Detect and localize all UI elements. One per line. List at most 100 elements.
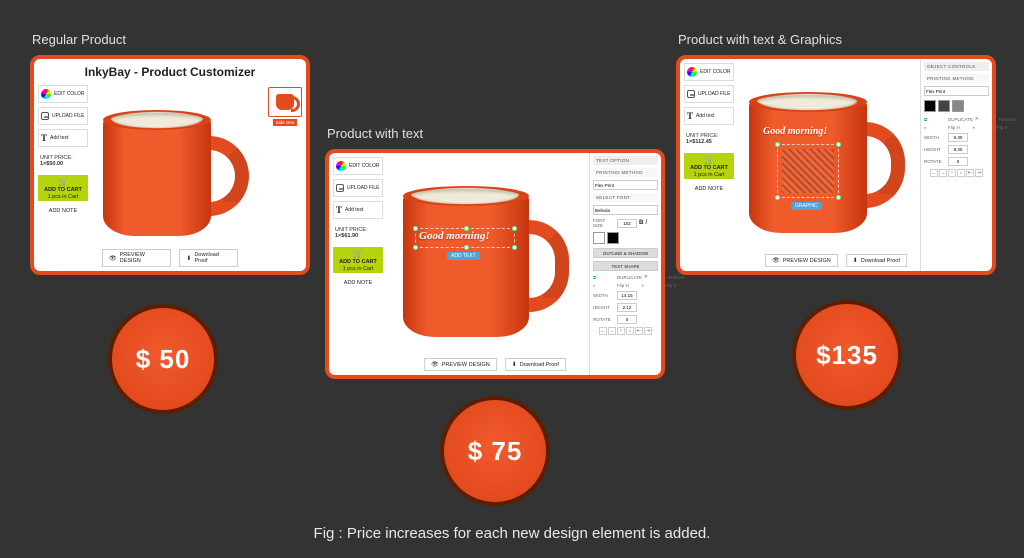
price-circle-regular: $ 50 xyxy=(108,304,218,414)
download-button[interactable]: Download Proof xyxy=(505,358,566,371)
text-icon: T xyxy=(687,111,693,121)
color-swatches[interactable] xyxy=(924,99,989,113)
nudge-arrows[interactable]: ←→↑↓⇠⇢ xyxy=(924,169,989,177)
card-with-graphics: EDIT COLOR UPLOAD FILE TAdd text UNIT PR… xyxy=(676,55,996,275)
flip-v-button[interactable]: Flip V xyxy=(996,125,1018,130)
upload-icon xyxy=(41,112,49,120)
color-swatches[interactable] xyxy=(593,231,658,245)
card-with-text: EDIT COLOR UPLOAD FILE TAdd text UNIT PR… xyxy=(325,149,665,379)
eye-icon xyxy=(109,255,117,262)
add-note-button[interactable]: ADD NOTE xyxy=(38,205,88,217)
label-regular: Regular Product xyxy=(32,32,310,47)
color-wheel-icon xyxy=(687,67,697,77)
printing-method-select[interactable] xyxy=(593,180,658,190)
download-button[interactable]: Download Proof xyxy=(846,254,907,267)
select-font-label: SELECT FONT xyxy=(593,193,658,202)
add-note-button[interactable]: ADD NOTE xyxy=(684,183,734,195)
footer-actions: PREVIEW DESIGN Download Proof xyxy=(765,254,907,267)
add-text-pill[interactable]: ADD TEXT xyxy=(447,252,480,260)
color-wheel-icon xyxy=(336,161,346,171)
eye-icon xyxy=(772,257,780,264)
eye-icon xyxy=(431,361,439,368)
edit-color-button[interactable]: EDIT COLOR xyxy=(38,85,88,103)
label-with-text: Product with text xyxy=(327,126,665,141)
nudge-arrows[interactable]: ←→↑↓⇠⇢ xyxy=(593,327,658,335)
remove-button[interactable]: Remove xyxy=(999,117,1021,122)
height-input[interactable] xyxy=(948,145,968,154)
design-canvas[interactable] xyxy=(92,81,264,271)
graphic-label-pill[interactable]: GRAPHIC xyxy=(791,202,822,210)
text-shape-button[interactable]: TEXT SHAPE xyxy=(593,261,658,271)
app-title: InkyBay - Product Customizer xyxy=(34,59,306,81)
add-note-button[interactable]: ADD NOTE xyxy=(333,277,383,289)
flip-h-button[interactable]: Flip H xyxy=(617,283,639,288)
upload-button[interactable]: UPLOAD FILE xyxy=(333,179,383,197)
graphic-selection-box[interactable] xyxy=(777,144,839,198)
width-input[interactable] xyxy=(948,133,968,142)
font-size-label: FONT SIZE xyxy=(593,218,615,228)
width-input[interactable] xyxy=(617,291,637,300)
download-icon xyxy=(853,257,858,264)
download-icon xyxy=(186,255,191,262)
font-select[interactable] xyxy=(593,205,658,215)
text-option-header: TEXT OPTION xyxy=(593,156,658,165)
design-canvas[interactable]: Good morning! ADD TEXT xyxy=(387,153,589,375)
remove-button[interactable]: Remove xyxy=(668,275,690,280)
preview-button[interactable]: PREVIEW DESIGN xyxy=(424,358,497,371)
right-panel: TEXT OPTION PRINTING METHOD SELECT FONT … xyxy=(589,153,661,375)
product-preview xyxy=(103,106,253,246)
upload-button[interactable]: UPLOAD FILE xyxy=(684,85,734,103)
add-to-cart-button[interactable]: ADD TO CART1 pcs in Cart xyxy=(333,247,383,273)
height-label: HEIGHT xyxy=(924,147,946,152)
outline-shadow-button[interactable]: OUTLINE & SHADOW xyxy=(593,248,658,258)
footer-actions: PREVIEW DESIGN Download Proof xyxy=(102,249,238,267)
upload-button[interactable]: UPLOAD FILE xyxy=(38,107,88,125)
add-text-button[interactable]: TAdd text xyxy=(38,129,88,147)
object-controls-header: OBJECT CONTROLS xyxy=(924,62,989,71)
flip-v-button[interactable]: Flip V xyxy=(665,283,687,288)
font-size-input[interactable] xyxy=(617,219,637,228)
product-preview: Good morning! GRAPHIC xyxy=(749,88,909,243)
product-preview: Good morning! ADD TEXT xyxy=(403,182,573,347)
sidebar: EDIT COLOR UPLOAD FILE TAdd text UNIT PR… xyxy=(34,81,92,271)
rotate-input[interactable] xyxy=(617,315,637,324)
height-label: HEIGHT xyxy=(593,305,615,310)
sidebar: EDIT COLOR UPLOAD FILE TAdd text UNIT PR… xyxy=(329,153,387,375)
preview-button[interactable]: PREVIEW DESIGN xyxy=(102,249,171,267)
color-wheel-icon xyxy=(41,89,51,99)
thumbnail-column: Side One xyxy=(264,81,306,271)
duplicate-button[interactable]: DUPLICATE xyxy=(948,117,973,122)
cart-icon xyxy=(704,155,714,164)
design-canvas[interactable]: Good morning! GRAPHIC xyxy=(738,59,920,271)
printing-method-label: PRINTING METHOD xyxy=(924,74,989,83)
printing-method-select[interactable] xyxy=(924,86,989,96)
edit-color-button[interactable]: EDIT COLOR xyxy=(684,63,734,81)
preview-button[interactable]: PREVIEW DESIGN xyxy=(765,254,838,267)
duplicate-button[interactable]: DUPLICATE xyxy=(617,275,642,280)
upload-icon xyxy=(687,90,695,98)
add-text-button[interactable]: TAdd text xyxy=(333,201,383,219)
add-to-cart-button[interactable]: ADD TO CART1 pcs in Cart xyxy=(684,153,734,179)
figure-caption: Fig : Price increases for each new desig… xyxy=(314,525,711,542)
right-panel: OBJECT CONTROLS PRINTING METHOD ⧉DUPLICA… xyxy=(920,59,992,271)
rotate-input[interactable] xyxy=(948,157,968,166)
download-icon xyxy=(512,361,517,368)
add-to-cart-button[interactable]: ADD TO CART1 pcs in Cart xyxy=(38,175,88,201)
printing-method-label: PRINTING METHOD xyxy=(593,168,658,177)
add-text-button[interactable]: TAdd text xyxy=(684,107,734,125)
price-circle-graphics: $135 xyxy=(792,300,902,410)
footer-actions: PREVIEW DESIGN Download Proof xyxy=(424,358,566,371)
overlay-text[interactable]: Good morning! xyxy=(763,126,827,137)
cart-icon xyxy=(58,177,68,186)
height-input[interactable] xyxy=(617,303,637,312)
overlay-text[interactable]: Good morning! xyxy=(419,230,490,242)
card-regular: InkyBay - Product Customizer EDIT COLOR … xyxy=(30,55,310,275)
text-icon: T xyxy=(336,205,342,215)
upload-icon xyxy=(336,184,344,192)
edit-color-button[interactable]: EDIT COLOR xyxy=(333,157,383,175)
rotate-label: ROTATE xyxy=(593,317,615,322)
sidebar: EDIT COLOR UPLOAD FILE TAdd text UNIT PR… xyxy=(680,59,738,271)
download-button[interactable]: Download Proof xyxy=(179,249,238,267)
thumbnail-side[interactable] xyxy=(268,87,302,117)
flip-h-button[interactable]: Flip H xyxy=(948,125,970,130)
